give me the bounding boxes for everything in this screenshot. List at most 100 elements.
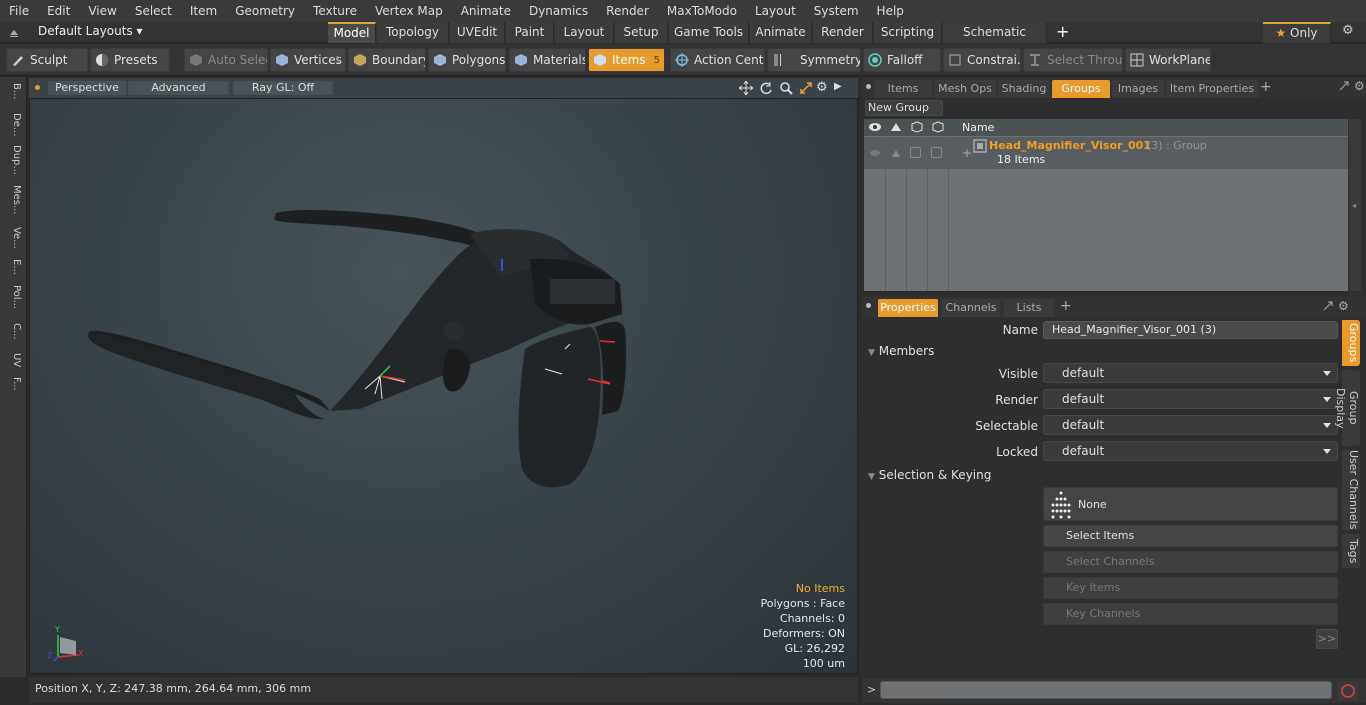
falloff-button[interactable]: Falloff xyxy=(863,48,941,72)
menu-select[interactable]: Select xyxy=(126,0,181,22)
side-tab-groups[interactable]: Groups xyxy=(1342,320,1360,366)
key-channels-button[interactable]: Key Channels xyxy=(1043,603,1338,625)
group-name[interactable]: Head_Magnifier_Visor_001 xyxy=(989,139,1151,152)
workplane-button[interactable]: WorkPlane xyxy=(1125,48,1211,72)
raygl-dropdown[interactable]: Ray GL: Off xyxy=(233,81,333,95)
menu-vertex-map[interactable]: Vertex Map xyxy=(366,0,452,22)
view-mode-dropdown[interactable]: Perspective xyxy=(48,81,126,95)
select-through-button[interactable]: Select Through xyxy=(1023,48,1123,72)
viewport-expand-arrow-icon[interactable]: ▶ xyxy=(834,81,842,92)
side-tab-group-display[interactable]: Group Display xyxy=(1334,370,1360,446)
menu-render[interactable]: Render xyxy=(597,0,658,22)
tab-animate[interactable]: Animate xyxy=(750,22,812,43)
row-selectable-checkbox[interactable] xyxy=(910,147,921,158)
left-tab-duplicate[interactable]: Dup... xyxy=(4,145,22,175)
tab-render[interactable]: Render xyxy=(813,22,873,43)
tab-item-properties[interactable]: Item Properties xyxy=(1166,80,1258,98)
move-view-icon[interactable] xyxy=(738,80,754,98)
left-tab-polygon[interactable]: Pol... xyxy=(4,285,22,309)
tab-items[interactable]: Items xyxy=(874,80,932,98)
add-properties-tab-button[interactable]: + xyxy=(1060,298,1072,314)
materials-button[interactable]: Materials xyxy=(509,48,586,72)
menu-help[interactable]: Help xyxy=(868,0,913,22)
selectable-cube-icon[interactable] xyxy=(910,121,924,136)
menu-view[interactable]: View xyxy=(79,0,125,22)
tab-properties[interactable]: Properties xyxy=(878,299,938,317)
left-tab-edge[interactable]: E... xyxy=(4,259,22,275)
tab-setup[interactable]: Setup xyxy=(615,22,668,43)
constraints-button[interactable]: Constrai... xyxy=(943,48,1021,72)
boundary-button[interactable]: Boundary xyxy=(348,48,426,72)
lock-icon[interactable] xyxy=(931,121,945,136)
group-row[interactable]: + Head_Magnifier_Visor_001 (3) : Group 1… xyxy=(864,137,1348,169)
menu-dynamics[interactable]: Dynamics xyxy=(520,0,597,22)
side-tab-tags[interactable]: Tags xyxy=(1342,534,1360,568)
layout-expand-icon[interactable] xyxy=(8,26,20,38)
tab-game-tools[interactable]: Game Tools xyxy=(669,22,749,43)
row-eye-icon[interactable] xyxy=(868,147,882,162)
render-dropdown[interactable]: default xyxy=(1043,389,1338,409)
rotate-view-icon[interactable] xyxy=(759,81,773,98)
layout-preset-dropdown[interactable]: Default Layouts ▾ xyxy=(38,24,143,38)
tab-shading[interactable]: Shading xyxy=(998,80,1050,98)
left-tab-deform[interactable]: De... xyxy=(4,113,22,136)
zoom-view-icon[interactable] xyxy=(779,81,793,98)
group-list-scrollbar[interactable]: ◂ xyxy=(1349,119,1361,291)
panel-expand-icon[interactable] xyxy=(1338,80,1350,95)
left-tab-vertex[interactable]: Ve... xyxy=(4,227,22,249)
tab-topology[interactable]: Topology xyxy=(377,22,449,43)
tab-images[interactable]: Images xyxy=(1112,80,1164,98)
left-tab-mesh-edit[interactable]: Mes... xyxy=(4,185,22,215)
visibility-eye-icon[interactable] xyxy=(868,121,882,136)
render-icon[interactable] xyxy=(889,121,903,136)
tab-groups[interactable]: Groups xyxy=(1052,80,1110,98)
shading-dropdown[interactable]: Advanced xyxy=(128,81,229,95)
menu-item[interactable]: Item xyxy=(181,0,226,22)
side-tab-user-channels[interactable]: User Channels xyxy=(1342,450,1360,530)
items-button[interactable]: Items 5 xyxy=(588,48,665,72)
menu-geometry[interactable]: Geometry xyxy=(226,0,304,22)
symmetry-button[interactable]: Symmetry xyxy=(767,48,861,72)
left-tab-curve[interactable]: C... xyxy=(4,323,22,340)
panel-menu-dot-icon[interactable] xyxy=(866,84,871,89)
auto-select-button[interactable]: Auto Select xyxy=(184,48,268,72)
left-tab-uv[interactable]: UV xyxy=(4,353,22,367)
select-channels-button[interactable]: Select Channels xyxy=(1043,551,1338,573)
vertices-button[interactable]: Vertices 1 xyxy=(270,48,346,72)
viewport-settings-gear-icon[interactable]: ⚙ xyxy=(816,80,828,95)
add-tab-button[interactable]: + xyxy=(1056,22,1069,41)
select-items-button[interactable]: Select Items xyxy=(1043,525,1338,547)
left-tab-basic[interactable]: B... xyxy=(4,83,22,99)
tab-channels[interactable]: Channels xyxy=(942,299,1000,317)
command-input[interactable] xyxy=(880,681,1332,699)
tab-uvedit[interactable]: UVEdit xyxy=(450,22,505,43)
only-toggle[interactable]: ★ Only xyxy=(1263,22,1331,43)
menu-texture[interactable]: Texture xyxy=(304,0,366,22)
tab-lists[interactable]: Lists xyxy=(1004,299,1054,317)
menu-animate[interactable]: Animate xyxy=(452,0,520,22)
tab-paint[interactable]: Paint xyxy=(506,22,554,43)
new-group-button[interactable]: New Group xyxy=(865,100,943,116)
presets-button[interactable]: Presets xyxy=(90,48,170,72)
gear-icon[interactable]: ⚙ xyxy=(1342,23,1354,38)
polygons-button[interactable]: Polygons xyxy=(428,48,506,72)
fit-view-icon[interactable] xyxy=(799,81,813,98)
add-panel-tab-button[interactable]: + xyxy=(1260,79,1272,95)
viewport-menu-dot-icon[interactable] xyxy=(35,85,40,90)
menu-file[interactable]: File xyxy=(0,0,38,22)
tab-scripting[interactable]: Scripting xyxy=(874,22,942,43)
more-button[interactable]: >> xyxy=(1316,629,1338,649)
name-column-header[interactable]: Name xyxy=(962,121,994,134)
3d-viewport[interactable]: Y X Z No Items Polygons : Face Channels:… xyxy=(29,98,858,674)
menu-maxtomodo[interactable]: MaxToModo xyxy=(658,0,746,22)
row-render-icon[interactable] xyxy=(889,147,903,162)
record-macro-button[interactable] xyxy=(1338,681,1358,701)
tab-mesh-ops[interactable]: Mesh Ops xyxy=(934,80,996,98)
members-section-header[interactable]: ▼ Members xyxy=(868,344,934,358)
panel-gear-icon[interactable]: ⚙ xyxy=(1354,79,1365,93)
row-lock-checkbox[interactable] xyxy=(931,147,942,158)
selection-set-none-button[interactable]: None xyxy=(1043,487,1338,521)
properties-gear-icon[interactable]: ⚙ xyxy=(1338,299,1349,313)
expand-group-icon[interactable]: + xyxy=(962,146,972,160)
tab-model[interactable]: Model xyxy=(328,22,376,43)
